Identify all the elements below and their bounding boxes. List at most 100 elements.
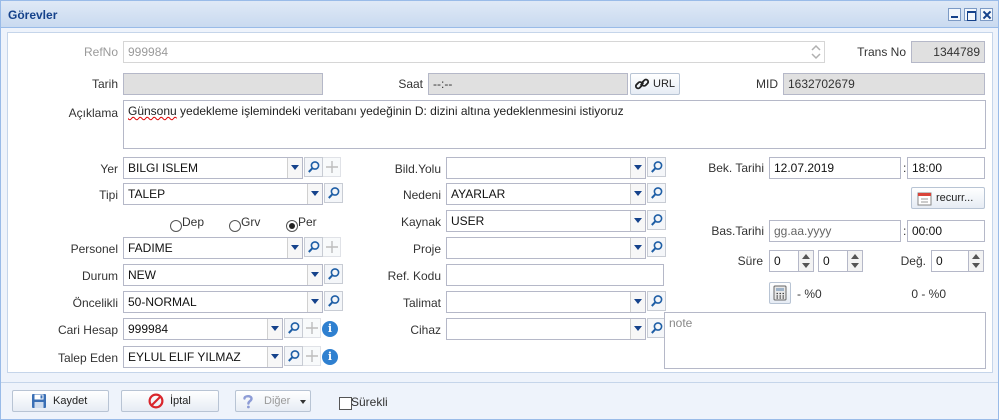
close-icon[interactable] bbox=[980, 8, 993, 21]
kaynak-select[interactable]: USER bbox=[446, 210, 646, 232]
calculator-icon bbox=[773, 285, 787, 308]
yer-search-icon[interactable] bbox=[304, 157, 323, 177]
kaynak-dropdown-icon[interactable] bbox=[630, 211, 645, 231]
window-title: Görevler bbox=[8, 8, 58, 22]
minimize-icon[interactable] bbox=[948, 8, 961, 21]
radio-grv[interactable] bbox=[229, 220, 241, 232]
cihaz-label: Cihaz bbox=[410, 323, 441, 337]
aciklama-text: yedekleme işlemindeki veritabanı yedeğin… bbox=[176, 104, 624, 118]
sure-input-2[interactable]: 0 bbox=[818, 250, 848, 272]
durum-search-icon[interactable] bbox=[324, 264, 343, 284]
trans-no-value: 1344789 bbox=[911, 41, 985, 63]
proje-select[interactable] bbox=[446, 237, 646, 259]
aciklama-label: Açıklama bbox=[68, 106, 118, 120]
nedeni-select[interactable]: AYARLAR bbox=[446, 183, 646, 205]
saat-label: Saat bbox=[398, 77, 423, 91]
saat-input: --:-- bbox=[428, 73, 628, 95]
bek-tarihi-date-input[interactable]: 12.07.2019 bbox=[769, 157, 901, 179]
talimat-dropdown-icon[interactable] bbox=[630, 292, 645, 312]
personel-dropdown-icon[interactable] bbox=[287, 238, 302, 258]
title-bar: Görevler bbox=[1, 1, 998, 28]
maximize-icon[interactable] bbox=[964, 8, 977, 21]
deg-spinner[interactable] bbox=[969, 250, 984, 272]
bild-yolu-search-icon[interactable] bbox=[647, 157, 666, 177]
save-button-label: Kaydet bbox=[53, 395, 88, 407]
tipi-label: Tipi bbox=[99, 188, 118, 202]
talimat-search-icon[interactable] bbox=[647, 291, 666, 311]
cari-hesap-select[interactable]: 999984 bbox=[123, 318, 283, 340]
tipi-dropdown-icon[interactable] bbox=[307, 184, 322, 204]
bas-tarihi-time-input[interactable]: 00:00 bbox=[907, 220, 985, 242]
bek-tarihi-separator: : bbox=[903, 161, 907, 175]
sure-spinner-1[interactable] bbox=[799, 250, 814, 272]
cari-hesap-add-icon bbox=[302, 318, 321, 338]
cancel-button[interactable]: İptal bbox=[121, 390, 219, 412]
bas-tarihi-separator: : bbox=[903, 224, 907, 238]
durum-dropdown-icon[interactable] bbox=[307, 265, 322, 285]
cari-hesap-label: Cari Hesap bbox=[57, 323, 118, 337]
cancel-icon bbox=[148, 393, 164, 416]
bild-yolu-dropdown-icon[interactable] bbox=[630, 158, 645, 178]
proje-search-icon[interactable] bbox=[647, 237, 666, 257]
radio-per[interactable] bbox=[286, 220, 298, 232]
percent-left-value: - %0 bbox=[797, 287, 822, 301]
deg-input[interactable]: 0 bbox=[931, 250, 969, 272]
cari-hesap-dropdown-icon[interactable] bbox=[267, 319, 282, 339]
cihaz-select[interactable] bbox=[446, 318, 646, 340]
cari-hesap-info-icon[interactable]: i bbox=[322, 321, 338, 337]
bek-tarihi-label: Bek. Tarihi bbox=[708, 161, 764, 175]
talep-eden-search-icon[interactable] bbox=[284, 346, 303, 366]
proje-dropdown-icon[interactable] bbox=[630, 238, 645, 258]
talep-eden-select[interactable]: EYLUL ELIF YILMAZ bbox=[123, 346, 283, 368]
yer-select[interactable]: BILGI ISLEM bbox=[123, 157, 303, 179]
bas-tarihi-date-input[interactable]: gg.aa.yyyy bbox=[769, 220, 901, 242]
nedeni-search-icon[interactable] bbox=[647, 183, 666, 203]
yer-add-icon bbox=[322, 157, 341, 177]
oncelikli-dropdown-icon[interactable] bbox=[307, 292, 322, 312]
bek-tarihi-time-input[interactable]: 18:00 bbox=[907, 157, 985, 179]
sure-label: Süre bbox=[737, 254, 763, 268]
form-panel: RefNo 999984 Trans No 1344789 Tarih Saat… bbox=[7, 32, 993, 373]
ref-kodu-input[interactable] bbox=[446, 264, 664, 286]
save-button[interactable]: Kaydet bbox=[12, 390, 109, 412]
bild-yolu-select[interactable] bbox=[446, 157, 646, 179]
radio-dep-label: Dep bbox=[182, 215, 205, 229]
cari-hesap-search-icon[interactable] bbox=[284, 318, 303, 338]
yer-label: Yer bbox=[100, 162, 118, 176]
sure-input-1[interactable]: 0 bbox=[769, 250, 799, 272]
personel-select[interactable]: FADIME bbox=[123, 237, 303, 259]
link-icon bbox=[634, 76, 650, 99]
radio-per-label: Per bbox=[298, 215, 317, 229]
cihaz-dropdown-icon[interactable] bbox=[630, 319, 645, 339]
talep-eden-dropdown-icon[interactable] bbox=[267, 347, 282, 367]
chevron-down-icon bbox=[300, 400, 306, 404]
kaynak-search-icon[interactable] bbox=[647, 210, 666, 230]
tipi-search-icon[interactable] bbox=[324, 183, 343, 203]
durum-select[interactable]: NEW bbox=[123, 264, 323, 286]
recurr-button[interactable]: recurr... bbox=[911, 187, 985, 209]
yer-dropdown-icon[interactable] bbox=[287, 158, 302, 178]
oncelikli-select[interactable]: 50-NORMAL bbox=[123, 291, 323, 313]
note-textarea[interactable]: note bbox=[664, 312, 986, 369]
other-button[interactable]: Diğer bbox=[235, 390, 311, 412]
tipi-select[interactable]: TALEP bbox=[123, 183, 323, 205]
mid-label: MID bbox=[756, 77, 778, 91]
calendar-icon bbox=[917, 191, 932, 213]
talimat-label: Talimat bbox=[402, 296, 441, 310]
personel-search-icon[interactable] bbox=[304, 237, 323, 257]
radio-dep[interactable] bbox=[170, 220, 182, 232]
other-button-label: Diğer bbox=[264, 395, 291, 407]
talep-eden-info-icon[interactable]: i bbox=[322, 349, 338, 365]
kaynak-label: Kaynak bbox=[400, 215, 441, 229]
talimat-select[interactable] bbox=[446, 291, 646, 313]
aciklama-textarea[interactable]: Günsonu yedekleme işlemindeki veritabanı… bbox=[123, 100, 986, 149]
oncelikli-search-icon[interactable] bbox=[324, 291, 343, 311]
calculator-button[interactable] bbox=[769, 282, 791, 304]
url-button[interactable]: URL bbox=[630, 73, 680, 95]
radio-grv-label: Grv bbox=[241, 215, 261, 229]
cancel-button-label: İptal bbox=[170, 395, 191, 407]
durum-label: Durum bbox=[81, 269, 118, 283]
sure-spinner-2[interactable] bbox=[848, 250, 863, 272]
nedeni-dropdown-icon[interactable] bbox=[630, 184, 645, 204]
refno-input: 999984 bbox=[123, 41, 825, 63]
